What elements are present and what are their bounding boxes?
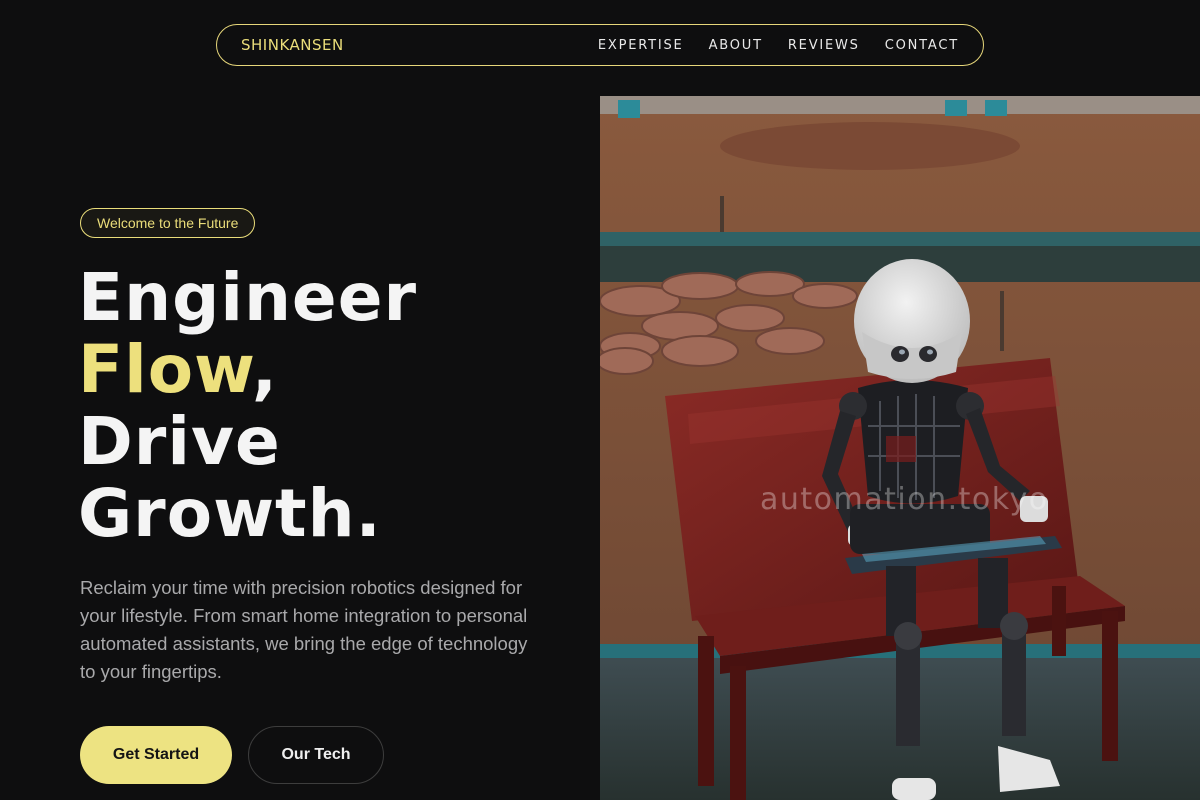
headline-accent-suffix: ,	[251, 331, 278, 408]
nav-link-expertise[interactable]: EXPERTISE	[598, 38, 684, 53]
hero-headline: Engineer Flow, Drive Growth.	[78, 262, 417, 550]
brand-logo[interactable]: SHINKANSEN	[241, 36, 344, 54]
get-started-button[interactable]: Get Started	[80, 726, 232, 784]
headline-line-4: Growth.	[78, 475, 382, 552]
nav-link-about[interactable]: ABOUT	[709, 38, 763, 53]
image-watermark: automation.tokyo	[760, 482, 1049, 517]
headline-line-3: Drive	[78, 403, 281, 480]
headline-line-1: Engineer	[78, 259, 417, 336]
nav-link-reviews[interactable]: REVIEWS	[788, 38, 860, 53]
welcome-badge: Welcome to the Future	[80, 208, 256, 238]
top-navigation: SHINKANSEN EXPERTISE ABOUT REVIEWS CONTA…	[216, 24, 984, 66]
headline-accent: Flow	[78, 331, 252, 408]
nav-links: EXPERTISE ABOUT REVIEWS CONTACT	[598, 38, 959, 53]
hero-image-robot-on-bench: automation.tokyo	[600, 96, 1200, 800]
hero-description: Reclaim your time with precision robotic…	[80, 577, 528, 682]
our-tech-button[interactable]: Our Tech	[248, 726, 384, 784]
nav-link-contact[interactable]: CONTACT	[885, 38, 959, 53]
